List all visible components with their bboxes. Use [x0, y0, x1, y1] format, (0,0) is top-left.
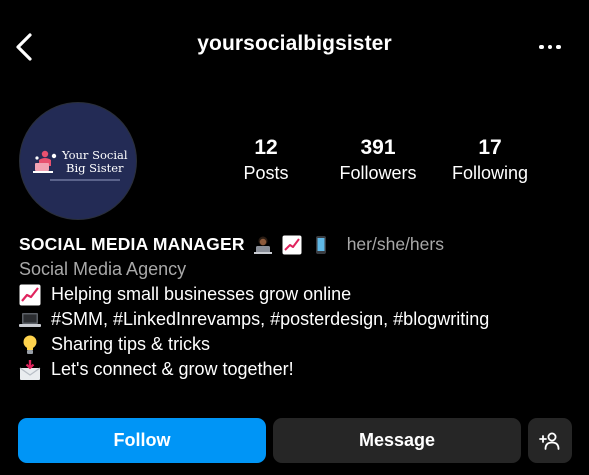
envelope-with-arrow-emoji	[19, 359, 41, 380]
bio-name-row: SOCIAL MEDIA MANAGER her/she/hers	[19, 232, 579, 257]
profile-bio: SOCIAL MEDIA MANAGER her/she/hers Social…	[19, 232, 579, 382]
following-stat[interactable]: 17 Following	[444, 136, 536, 186]
laptop-emoji	[19, 312, 41, 327]
bio-line: Helping small businesses grow online	[19, 282, 579, 307]
display-name: SOCIAL MEDIA MANAGER	[19, 234, 245, 254]
bio-line: Sharing tips & tricks	[19, 332, 579, 357]
bio-line: #SMM, #LinkedInrevamps, #posterdesign, #…	[19, 307, 579, 332]
bio-line-text: Let's connect & grow together!	[51, 359, 294, 379]
more-horizontal-icon	[539, 44, 544, 50]
following-count: 17	[478, 136, 502, 159]
avatar-line-2: Big Sister	[66, 161, 124, 175]
message-button-label: Message	[358, 430, 436, 450]
woman-technologist-emoji	[253, 236, 272, 254]
follow-button-label: Follow	[113, 430, 171, 450]
chart-increasing-emoji	[282, 235, 302, 254]
follow-button[interactable]: Follow	[18, 418, 266, 463]
posts-count: 12	[254, 136, 278, 159]
message-button[interactable]: Message	[273, 418, 521, 463]
mobile-phone-emoji	[315, 235, 326, 254]
bio-line: Let's connect & grow together!	[19, 357, 579, 382]
followers-stat[interactable]: 391 Followers	[330, 136, 426, 186]
name-emojis	[253, 235, 337, 255]
bio-line-text: #SMM, #LinkedInrevamps, #posterdesign, #…	[51, 309, 490, 329]
chart-increasing-emoji	[19, 284, 41, 305]
more-dot	[547, 44, 553, 50]
following-label: Following	[451, 163, 529, 183]
more-dot	[556, 44, 561, 50]
followers-label: Followers	[339, 163, 417, 183]
more-options-button[interactable]	[530, 34, 570, 60]
avatar-logo-text: Your Social Big Sister	[62, 149, 128, 175]
profile-avatar[interactable]: Your Social Big Sister	[19, 102, 137, 220]
followers-count: 391	[360, 136, 396, 159]
suggested-accounts-button[interactable]	[528, 418, 572, 463]
avatar-tagline-rule	[50, 179, 120, 181]
pronouns: her/she/hers	[346, 234, 444, 254]
profile-username: yoursocialbigsister	[197, 32, 392, 55]
posts-label: Posts	[243, 163, 289, 183]
bio-line-text: Helping small businesses grow online	[51, 284, 352, 304]
add-person-icon	[539, 432, 560, 450]
posts-stat[interactable]: 12 Posts	[234, 136, 298, 186]
bio-line-text: Sharing tips & tricks	[51, 334, 211, 354]
light-bulb-emoji	[23, 335, 37, 354]
profile-category: Social Media Agency	[19, 259, 187, 279]
laptop-person-logo-icon	[33, 150, 57, 173]
top-bar: yoursocialbigsister	[0, 0, 589, 92]
